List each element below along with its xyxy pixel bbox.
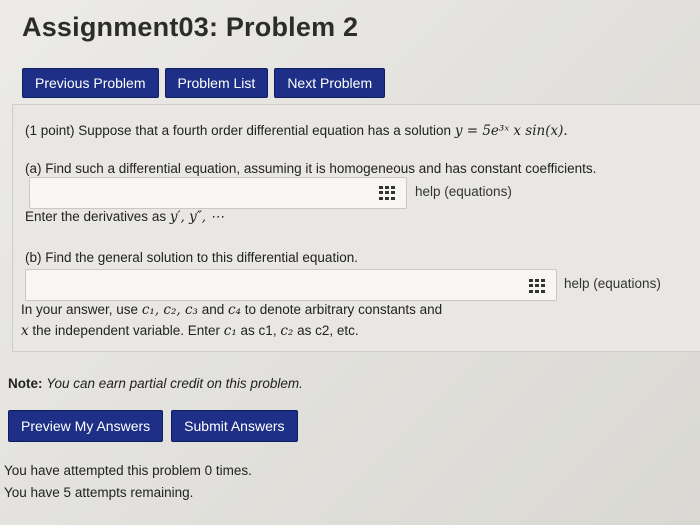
answer-actions: Preview My Answers Submit Answers [8,410,298,442]
note-label: Note: [8,376,43,391]
problem-list-button[interactable]: Problem List [164,68,269,98]
answer-a-input[interactable] [29,177,407,209]
problem-intro-text: (1 point) Suppose that a fourth order di… [25,123,452,138]
constant-c4-math: c₄ [228,302,241,318]
note-text: You can earn partial credit on this prob… [46,376,303,391]
part-b-prompt: (b) Find the general solution to this di… [25,250,358,265]
as-c2-text: as c2, etc. [297,323,359,338]
derivatives-math: y′, y″, ⋯ [169,209,224,225]
problem-intro: (1 point) Suppose that a fourth order di… [25,123,568,139]
page-title: Assignment03: Problem 2 [22,12,359,42]
c2-math: c₂ [280,323,294,339]
problem-nav: Previous Problem Problem List Next Probl… [22,68,386,98]
attempts-made: You have attempted this problem 0 times. [4,463,252,478]
constants-suffix: to denote arbitrary constants and [244,302,443,317]
submit-answers-button[interactable]: Submit Answers [171,410,298,442]
equation-editor-icon[interactable] [379,186,395,200]
partial-credit-note: Note: You can earn partial credit on thi… [8,376,303,391]
constants-and: and [201,302,225,317]
derivatives-hint-text: Enter the derivatives as [25,209,167,224]
previous-problem-button[interactable]: Previous Problem [22,68,159,98]
as-c1-text: as c1, [240,323,277,338]
solution-math: y = 5e³ˣ x sin(x). [454,123,568,139]
problem-body: (1 point) Suppose that a fourth order di… [12,104,700,352]
independent-variable-text: the independent variable. Enter [32,323,221,338]
constants-math: c₁, c₂, c₃ [141,302,198,318]
constants-prefix: In your answer, use [21,302,139,317]
preview-answers-button[interactable]: Preview My Answers [8,410,164,442]
attempts-remaining: You have 5 attempts remaining. [4,485,194,500]
derivatives-hint: Enter the derivatives as y′, y″, ⋯ [25,209,224,225]
next-problem-button[interactable]: Next Problem [274,68,386,98]
c1-math: c₁ [223,323,237,339]
part-a-prompt: (a) Find such a differential equation, a… [25,161,597,176]
constants-instructions: In your answer, use c₁, c₂, c₃ and c₄ to… [21,302,442,318]
independent-variable-instructions: x the independent variable. Enter c₁ as … [21,323,359,339]
help-equations-link-b[interactable]: help (equations) [564,276,661,291]
attempts-info: You have attempted this problem 0 times.… [4,460,252,504]
equation-editor-icon[interactable] [529,279,545,293]
help-equations-link-a[interactable]: help (equations) [415,184,512,199]
answer-b-input[interactable] [25,269,557,301]
independent-variable-math: x [21,323,29,339]
